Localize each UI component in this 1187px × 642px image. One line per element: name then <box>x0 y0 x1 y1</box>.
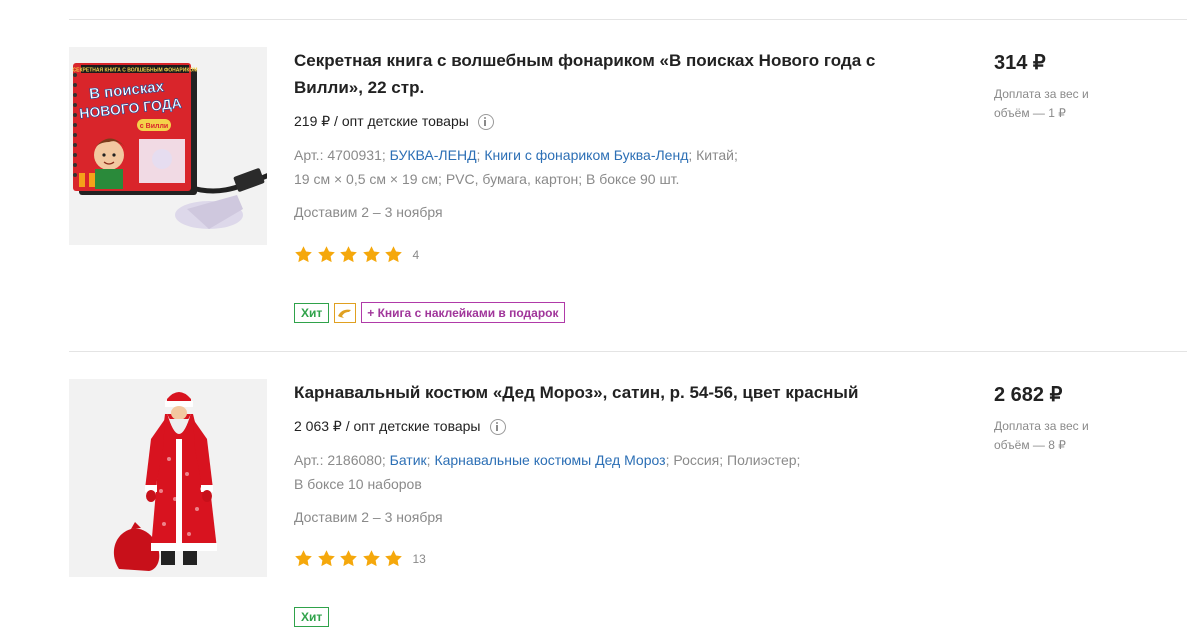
price: 314 ₽ <box>994 52 1046 74</box>
dolphin-icon <box>338 309 352 318</box>
star-icon <box>340 550 357 567</box>
svg-text:СЕКРЕТНАЯ КНИГА С ВОЛШЕБНЫМ ФО: СЕКРЕТНАЯ КНИГА С ВОЛШЕБНЫМ ФОНАРИКОМ <box>73 68 198 74</box>
book-illustration: СЕКРЕТНАЯ КНИГА С ВОЛШЕБНЫМ ФОНАРИКОМ В … <box>73 63 267 229</box>
delivery-info: Доставим 2 – 3 ноября <box>294 509 443 525</box>
dolphin-badge-icon <box>334 302 357 323</box>
product-info: Карнавальный костюм «Дед Мороз», сатин, … <box>294 379 894 627</box>
gift-badge[interactable]: + Книга с наклейками в подарок <box>361 302 565 323</box>
surcharge-note: Доплата за вес и объём — 1 ₽ <box>994 87 1089 120</box>
info-icon[interactable] <box>477 113 494 130</box>
brand-link[interactable]: БУКВА-ЛЕНД <box>390 147 477 163</box>
costume-illustration <box>113 392 217 571</box>
star-icon <box>317 246 335 263</box>
series-link[interactable]: Карнавальные костюмы Дед Мороз <box>434 452 665 468</box>
star-rating <box>294 245 407 264</box>
opt-price: 2 063 ₽ / опт детские товары <box>294 418 481 434</box>
opt-price: 219 ₽ / опт детские товары <box>294 113 469 129</box>
badges: Хит + Книга с наклейками в подарок <box>294 302 565 323</box>
rating[interactable]: 13 <box>294 549 426 568</box>
star-icon <box>295 550 312 567</box>
surcharge-note: Доплата за вес и объём — 8 ₽ <box>994 419 1089 452</box>
price-box: 2 682 ₽ Доплата за вес и объём — 8 ₽ <box>994 382 1104 455</box>
review-count[interactable]: 4 <box>413 248 420 262</box>
article-number: Арт.: 2186080; <box>294 452 386 468</box>
pack-info: В боксе 10 наборов <box>294 476 422 492</box>
delivery-info: Доставим 2 – 3 ноября <box>294 204 443 220</box>
separator <box>69 19 1187 20</box>
hit-badge: Хит <box>294 607 330 627</box>
material: Полиэстер; <box>727 452 801 468</box>
article-number: Арт.: 4700931; <box>294 147 386 163</box>
info-icon[interactable] <box>489 418 506 435</box>
star-icon <box>340 246 357 263</box>
product-attributes: Арт.: 4700931; БУКВА-ЛЕНД; Книги с фонар… <box>294 147 738 187</box>
svg-text:с Вилли: с Вилли <box>140 123 168 130</box>
material: PVC, бумага, картон; <box>445 171 583 187</box>
product-image[interactable]: СЕКРЕТНАЯ КНИГА С ВОЛШЕБНЫМ ФОНАРИКОМ В … <box>69 47 267 245</box>
product-title[interactable]: Карнавальный костюм «Дед Мороз», сатин, … <box>294 379 894 406</box>
product-image[interactable] <box>69 379 267 577</box>
brand-link[interactable]: Батик <box>390 452 427 468</box>
price: 2 682 ₽ <box>994 384 1063 406</box>
hit-badge: Хит <box>294 302 330 323</box>
star-icon <box>295 246 312 263</box>
pack-info: В боксе 90 шт. <box>586 171 680 187</box>
opt-price-row: 219 ₽ / опт детские товары <box>294 113 494 130</box>
star-icon <box>362 550 380 567</box>
rating[interactable]: 4 <box>294 245 419 264</box>
product-title[interactable]: Секретная книга с волшебным фонариком «В… <box>294 47 894 101</box>
review-count[interactable]: 13 <box>413 552 426 566</box>
size: 19 см × 0,5 см × 19 см; <box>294 171 442 187</box>
country: Китай; <box>696 147 738 163</box>
opt-price-row: 2 063 ₽ / опт детские товары <box>294 418 506 435</box>
separator <box>69 351 1187 352</box>
star-icon <box>385 550 402 567</box>
country: Россия; <box>673 452 724 468</box>
star-icon <box>317 550 335 567</box>
badges: Хит <box>294 607 330 627</box>
series-link[interactable]: Книги с фонариком Буква-Ленд <box>484 147 688 163</box>
star-rating <box>294 549 407 568</box>
price-box: 314 ₽ Доплата за вес и объём — 1 ₽ <box>994 50 1104 123</box>
product-attributes: Арт.: 2186080; Батик; Карнавальные костю… <box>294 452 801 492</box>
star-icon <box>385 246 402 263</box>
star-icon <box>362 246 380 263</box>
product-info: Секретная книга с волшебным фонариком «В… <box>294 47 894 323</box>
